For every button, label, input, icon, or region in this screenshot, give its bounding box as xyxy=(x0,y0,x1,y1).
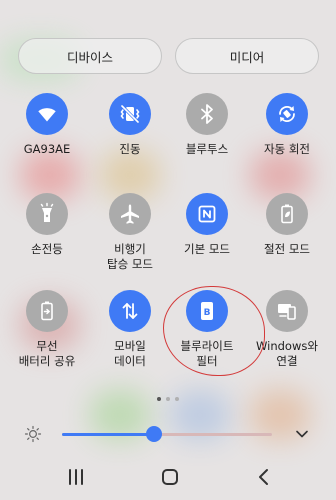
quick-setting-label: 진동 xyxy=(119,142,141,156)
brightness-slider[interactable] xyxy=(62,426,272,442)
page-dot xyxy=(175,397,179,401)
page-dot xyxy=(166,397,170,401)
battery-saver-icon[interactable] xyxy=(266,193,308,235)
quick-setting-label: 모바일 데이터 xyxy=(114,339,146,368)
quick-setting-flashlight[interactable]: 손전등 xyxy=(7,193,87,257)
devices-button[interactable]: 디바이스 xyxy=(18,38,162,74)
wifi-icon[interactable] xyxy=(26,93,68,135)
quick-setting-label: 기본 모드 xyxy=(184,242,230,256)
quick-setting-nfc[interactable]: 기본 모드 xyxy=(167,193,247,257)
quick-setting-label: 절전 모드 xyxy=(264,242,310,256)
airplane-icon[interactable] xyxy=(109,193,151,235)
back-icon[interactable] xyxy=(252,466,276,488)
quick-setting-airplane[interactable]: 비행기 탑승 모드 xyxy=(90,193,170,272)
wireless-battery-share-icon[interactable] xyxy=(26,290,68,332)
brightness-slider-thumb[interactable] xyxy=(146,426,163,442)
brightness-slider-fill xyxy=(62,433,155,436)
media-button[interactable]: 미디어 xyxy=(175,38,319,74)
auto-rotate-icon[interactable] xyxy=(266,93,308,135)
link-to-windows-icon[interactable] xyxy=(266,290,308,332)
quick-setting-mobile-data[interactable]: 모바일 데이터 xyxy=(90,290,170,369)
quick-setting-battery-saver[interactable]: 절전 모드 xyxy=(247,193,327,257)
quick-setting-label: 손전등 xyxy=(31,242,63,256)
page-indicator xyxy=(0,397,336,401)
nfc-icon[interactable] xyxy=(186,193,228,235)
bluetooth-icon[interactable] xyxy=(186,93,228,135)
quick-setting-label: 자동 회전 xyxy=(264,142,310,156)
quick-setting-label: GA93AE xyxy=(23,142,71,156)
quick-setting-label: 비행기 탑승 모드 xyxy=(107,242,153,271)
vibrate-icon[interactable] xyxy=(109,93,151,135)
mobile-data-icon[interactable] xyxy=(109,290,151,332)
navigation-bar xyxy=(0,452,336,500)
flashlight-icon[interactable] xyxy=(26,193,68,235)
quick-setting-auto-rotate[interactable]: 자동 회전 xyxy=(247,93,327,157)
quick-setting-bluetooth[interactable]: 블루투스 xyxy=(167,93,247,157)
quick-setting-wireless-battery-share[interactable]: 무선 배터리 공유 xyxy=(7,290,87,369)
page-dot xyxy=(157,397,161,401)
quick-setting-wifi[interactable]: GA93AE xyxy=(7,93,87,157)
home-icon[interactable] xyxy=(158,466,182,488)
quick-setting-label: 블루투스 xyxy=(185,142,229,156)
quick-setting-label: 무선 배터리 공유 xyxy=(18,339,76,368)
brightness-icon xyxy=(24,425,42,443)
recent-apps-icon[interactable] xyxy=(64,466,88,488)
quick-setting-vibrate[interactable]: 진동 xyxy=(90,93,170,157)
chevron-down-icon[interactable] xyxy=(292,424,312,444)
